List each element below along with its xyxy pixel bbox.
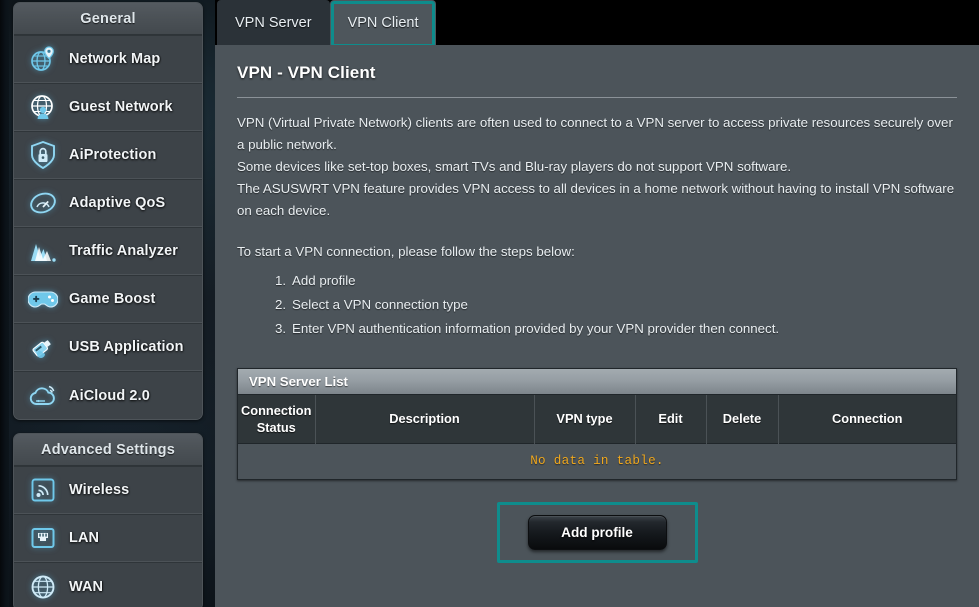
- sidebar-item-label: AiCloud 2.0: [69, 387, 150, 404]
- title-divider: [237, 97, 957, 98]
- list-item: 2. Select a VPN connection type: [275, 293, 957, 317]
- sidebar-item-adaptive-qos[interactable]: Adaptive QoS: [14, 179, 202, 227]
- sidebar-item-label: Guest Network: [69, 99, 173, 115]
- list-item: 3. Enter VPN authentication information p…: [275, 317, 957, 341]
- sidebar-item-label: LAN: [69, 530, 100, 546]
- sidebar-group-general: General Network Map Guest Network AiProt…: [13, 2, 203, 420]
- sidebar-item-aicloud[interactable]: AiCloud 2.0: [14, 371, 202, 419]
- table: Connection Status Description VPN type E…: [238, 395, 956, 479]
- ethernet-port-icon: [28, 523, 58, 553]
- sidebar-item-label: Game Boost: [69, 291, 156, 307]
- cloud-icon: [28, 381, 58, 411]
- sidebar-item-label: AiProtection: [69, 147, 157, 163]
- list-item: 1. Add profile: [275, 269, 957, 293]
- sidebar-item-usb-application[interactable]: USB Application: [14, 323, 202, 371]
- step-number: 2.: [275, 297, 287, 312]
- description-line: The ASUSWRT VPN feature provides VPN acc…: [237, 181, 955, 218]
- gamepad-icon: [28, 284, 58, 314]
- table-body: No data in table.: [238, 442, 956, 479]
- empty-table-message: No data in table.: [238, 442, 956, 479]
- steps-list: 1. Add profile 2. Select a VPN connection …: [275, 269, 957, 341]
- wifi-signal-icon: [28, 475, 58, 505]
- sidebar-item-wan[interactable]: WAN: [14, 562, 202, 607]
- tab-vpn-client[interactable]: VPN Client: [329, 0, 437, 47]
- steps-intro: To start a VPN connection, please follow…: [237, 244, 575, 259]
- sidebar-group-general-header: General: [14, 3, 202, 35]
- tab-label: VPN Server: [235, 14, 312, 31]
- table-title: VPN Server List: [238, 369, 956, 395]
- sidebar: Setup General Network Map: [0, 0, 215, 607]
- shield-lock-icon: [28, 140, 58, 170]
- tab-bar: VPN Server VPN Client: [215, 0, 979, 47]
- vpn-server-list-table: VPN Server List Connection Status Descri…: [237, 368, 957, 480]
- column-header-connection[interactable]: Connection: [778, 395, 956, 443]
- description-block: VPN (Virtual Private Network) clients ar…: [237, 112, 957, 222]
- usb-drive-icon: [28, 332, 58, 362]
- add-profile-focus-highlight: Add profile: [496, 502, 698, 563]
- sidebar-item-lan[interactable]: LAN: [14, 514, 202, 562]
- content-area: VPN - VPN Client VPN (Virtual Private Ne…: [215, 45, 979, 607]
- page-title: VPN - VPN Client: [237, 63, 376, 82]
- column-header-vpn-type[interactable]: VPN type: [534, 395, 636, 443]
- app-window: Setup General Network Map: [0, 0, 979, 607]
- step-text: Enter VPN authentication information pro…: [292, 321, 780, 336]
- header-line: Status: [256, 419, 296, 435]
- tab-vpn-server[interactable]: VPN Server: [217, 0, 330, 45]
- sidebar-item-label: Adaptive QoS: [69, 195, 166, 211]
- table-head: Connection Status Description VPN type E…: [238, 395, 956, 443]
- sidebar-item-label: WAN: [69, 578, 104, 595]
- column-header-description[interactable]: Description: [315, 395, 535, 443]
- traffic-chart-icon: [28, 236, 58, 266]
- sidebar-item-network-map[interactable]: Network Map: [14, 35, 202, 83]
- table-header-row: Connection Status Description VPN type E…: [238, 395, 956, 443]
- sidebar-item-guest-network[interactable]: Guest Network: [14, 83, 202, 131]
- sidebar-item-aiprotection[interactable]: AiProtection: [14, 131, 202, 179]
- step-number: 1.: [275, 273, 287, 288]
- description-line: VPN (Virtual Private Network) clients ar…: [237, 115, 953, 152]
- sidebar-item-label: Traffic Analyzer: [69, 243, 179, 259]
- globe-icon: [28, 572, 58, 602]
- sidebar-item-label: USB Application: [69, 339, 184, 355]
- column-header-delete[interactable]: Delete: [706, 395, 779, 443]
- step-text: Add profile: [292, 273, 356, 288]
- sidebar-item-label: Network Map: [69, 51, 161, 67]
- sidebar-group-advanced-settings: Advanced Settings Wireless LAN WAN: [13, 433, 203, 607]
- gauge-icon: [28, 188, 58, 218]
- network-map-icon: [28, 44, 58, 74]
- sidebar-item-label: Wireless: [69, 482, 130, 498]
- sidebar-group-advanced-header: Advanced Settings: [14, 434, 202, 466]
- step-number: 3.: [275, 321, 287, 336]
- button-row: Add profile: [237, 502, 957, 563]
- column-header-connection-status[interactable]: Connection Status: [238, 395, 316, 443]
- sidebar-item-traffic-analyzer[interactable]: Traffic Analyzer: [14, 227, 202, 275]
- guest-network-icon: [28, 92, 58, 122]
- header-line: Connection: [241, 402, 312, 418]
- table-row: No data in table.: [238, 442, 956, 479]
- add-profile-button[interactable]: Add profile: [527, 515, 667, 550]
- main-panel: VPN Server VPN Client VPN - VPN Client V…: [215, 0, 979, 607]
- tab-label: VPN Client: [347, 14, 419, 31]
- step-text: Select a VPN connection type: [292, 297, 468, 312]
- sidebar-item-wireless[interactable]: Wireless: [14, 466, 202, 514]
- description-line: Some devices like set-top boxes, smart T…: [237, 159, 792, 174]
- column-header-edit[interactable]: Edit: [635, 395, 707, 443]
- sidebar-item-game-boost[interactable]: Game Boost: [14, 275, 202, 323]
